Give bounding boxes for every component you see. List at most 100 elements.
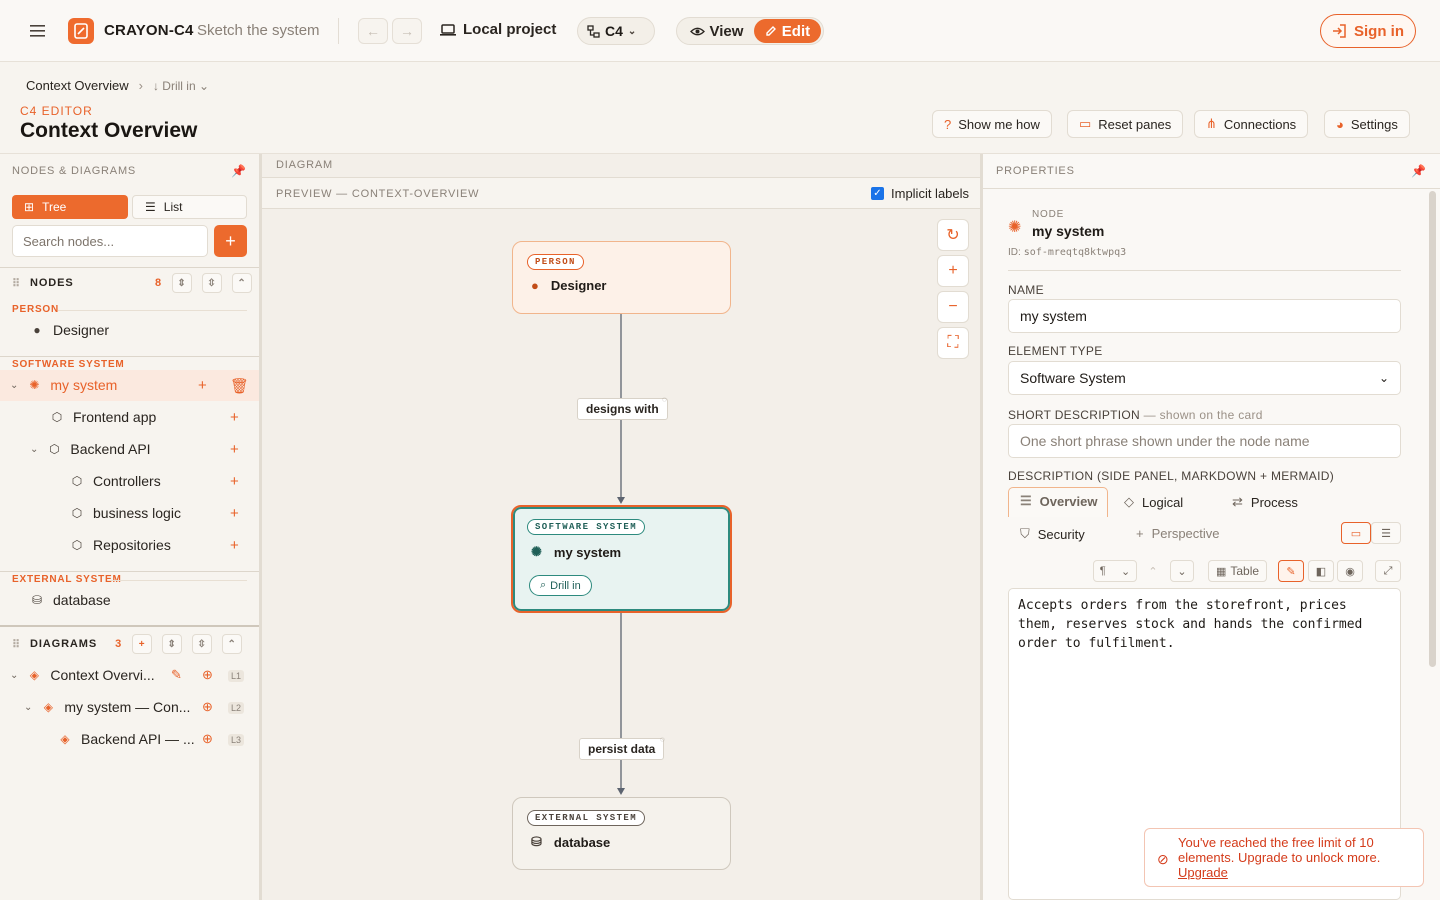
add-circle-icon[interactable]: ⊕ bbox=[202, 667, 213, 683]
node-my-system[interactable]: SOFTWARE SYSTEM ✺ my system ⌕ Drill in bbox=[511, 505, 732, 613]
add-child-button[interactable]: + bbox=[198, 377, 207, 394]
tab-tree[interactable]: ⊞ Tree bbox=[12, 195, 128, 219]
magic-wand-icon[interactable]: ✎ bbox=[171, 667, 182, 683]
tab-process[interactable]: ⇄ Process bbox=[1232, 494, 1298, 510]
chevron-down-icon[interactable]: ⌄ bbox=[10, 380, 18, 391]
name-field[interactable]: my system bbox=[1008, 299, 1401, 333]
expand-all-button[interactable]: ⇕ bbox=[172, 273, 192, 293]
tab-list[interactable]: ☰ List bbox=[132, 195, 247, 219]
project-selector[interactable]: Local project bbox=[440, 21, 556, 38]
insert-table-button[interactable]: ▦ Table bbox=[1208, 560, 1267, 582]
drag-handle-icon[interactable]: ⠿ bbox=[12, 638, 21, 651]
chevron-right-icon: › bbox=[138, 78, 143, 93]
add-diagram-button[interactable]: + bbox=[132, 634, 153, 654]
tab-logical[interactable]: ◇ Logical bbox=[1124, 494, 1183, 510]
node-database[interactable]: EXTERNAL SYSTEM ⛁ database bbox=[512, 797, 731, 870]
expand-all-button[interactable]: ⇕ bbox=[162, 634, 183, 654]
expand-editor-button[interactable]: ⤢ bbox=[1375, 560, 1401, 582]
split-view-icon: ◧ bbox=[1315, 565, 1327, 578]
tree-item-frontend-app[interactable]: ⬡ Frontend app bbox=[50, 409, 157, 425]
project-label: Local project bbox=[463, 21, 557, 38]
move-up-button[interactable]: ⌃ bbox=[1142, 560, 1164, 582]
tree-item-repositories[interactable]: ⬡ Repositories bbox=[70, 537, 171, 553]
chevron-down-icon[interactable]: ⌄ bbox=[30, 444, 38, 455]
chevron-down-icon[interactable]: ⌄ bbox=[24, 702, 32, 713]
sign-in-button[interactable]: Sign in bbox=[1320, 14, 1416, 48]
menu-icon[interactable] bbox=[28, 22, 48, 40]
node-type-tag: EXTERNAL SYSTEM bbox=[527, 810, 646, 826]
notation-selector[interactable]: C4 ⌄ bbox=[577, 17, 655, 45]
add-node-button[interactable]: + bbox=[214, 225, 247, 257]
drag-handle-icon[interactable]: ⠿ bbox=[12, 277, 21, 290]
table-icon: ▦ bbox=[1215, 565, 1227, 578]
preview-toggle[interactable]: ◉ bbox=[1337, 560, 1363, 582]
zoom-out-button[interactable]: − bbox=[937, 291, 969, 323]
drill-in-menu[interactable]: ↓ Drill in ⌄ bbox=[153, 79, 209, 93]
nodes-panel: NODES & DIAGRAMS 📌 bbox=[0, 154, 259, 900]
tree-item-backend-api[interactable]: ⌄ ⬡ Backend API bbox=[30, 441, 151, 457]
add-child-button[interactable]: + bbox=[230, 505, 239, 522]
zoom-in-button[interactable]: + bbox=[937, 255, 969, 287]
nodes-panel-title: NODES & DIAGRAMS bbox=[12, 165, 137, 177]
add-child-button[interactable]: + bbox=[230, 473, 239, 490]
add-circle-icon[interactable]: ⊕ bbox=[202, 699, 213, 715]
search-input[interactable] bbox=[12, 225, 208, 257]
move-down-button[interactable]: ⌄ bbox=[1170, 560, 1194, 582]
scrollbar[interactable] bbox=[1429, 191, 1436, 667]
reset-layout-button[interactable]: ↻ bbox=[937, 219, 969, 251]
divider bbox=[0, 267, 259, 268]
pin-icon[interactable]: 📌 bbox=[231, 164, 246, 178]
fit-view-button[interactable]: ⛶ bbox=[937, 327, 969, 359]
back-button[interactable]: ← bbox=[358, 18, 388, 44]
diagram-item-label: my system — Con... bbox=[64, 699, 191, 715]
settings-button[interactable]: ◕ Settings bbox=[1324, 110, 1410, 138]
implicit-labels-toggle[interactable]: ✓ Implicit labels bbox=[871, 186, 969, 201]
breadcrumb-item[interactable]: Context Overview bbox=[26, 78, 129, 93]
node-designer[interactable]: PERSON ● Designer bbox=[512, 241, 731, 314]
edge-label[interactable]: designs with bbox=[577, 398, 668, 420]
collapse-section-button[interactable]: ⌃ bbox=[222, 634, 243, 654]
edit-mode-toggle[interactable]: ✎ bbox=[1278, 560, 1304, 582]
short-description-hint: — shown on the card bbox=[1143, 408, 1263, 422]
edge-label[interactable]: persist data bbox=[579, 738, 665, 760]
pin-icon[interactable]: 📌 bbox=[1411, 164, 1426, 178]
diagram-item-l3[interactable]: ◈ Backend API — ... bbox=[58, 731, 194, 747]
checkbox-checked-icon[interactable]: ✓ bbox=[871, 187, 884, 200]
collapse-all-button[interactable]: ⇳ bbox=[202, 273, 222, 293]
paragraph-style-select[interactable]: ¶ ⌄ bbox=[1093, 560, 1137, 582]
add-child-button[interactable]: + bbox=[230, 441, 239, 458]
drill-in-button[interactable]: ⌕ Drill in bbox=[529, 575, 592, 596]
add-child-button[interactable]: + bbox=[230, 409, 239, 426]
view-mode-button[interactable]: View bbox=[679, 20, 754, 42]
stacked-view-button[interactable]: ☰ bbox=[1371, 522, 1401, 544]
element-type-select[interactable]: Software System ⌄ bbox=[1008, 361, 1401, 395]
folder-view-button[interactable]: ▭ bbox=[1341, 522, 1371, 544]
diagram-item-l1[interactable]: ⌄ ◈ Context Overvi... bbox=[10, 667, 155, 683]
chevron-down-icon[interactable]: ⌄ bbox=[10, 670, 18, 681]
tab-overview[interactable]: ☰ Overview bbox=[1020, 493, 1097, 509]
add-circle-icon[interactable]: ⊕ bbox=[202, 731, 213, 747]
split-view-toggle[interactable]: ◧ bbox=[1308, 560, 1334, 582]
edge-handle-icon[interactable]: ◌ bbox=[662, 395, 667, 404]
tab-add-perspective[interactable]: + Perspective bbox=[1136, 526, 1220, 541]
forward-button[interactable]: → bbox=[392, 18, 422, 44]
upgrade-link[interactable]: Upgrade bbox=[1178, 865, 1228, 880]
diagram-item-l2[interactable]: ⌄ ◈ my system — Con... bbox=[24, 699, 190, 715]
edit-mode-button[interactable]: Edit bbox=[753, 19, 821, 43]
reset-panes-button[interactable]: ▭ Reset panes bbox=[1067, 110, 1184, 138]
connections-button[interactable]: ⋔ Connections bbox=[1194, 110, 1309, 138]
short-description-field[interactable]: One short phrase shown under the node na… bbox=[1008, 424, 1401, 458]
node-id-label: ID: bbox=[1008, 247, 1021, 258]
tab-security[interactable]: ⛉ Security bbox=[1020, 526, 1085, 542]
tree-item-business-logic[interactable]: ⬡ business logic bbox=[70, 505, 181, 521]
add-child-button[interactable]: + bbox=[230, 537, 239, 554]
tree-item-database[interactable]: ⛁ database bbox=[30, 592, 111, 608]
tree-item-controllers[interactable]: ⬡ Controllers bbox=[70, 473, 161, 489]
collapse-all-button[interactable]: ⇳ bbox=[192, 634, 213, 654]
collapse-section-button[interactable]: ⌃ bbox=[232, 273, 252, 293]
edge-handle-icon[interactable]: ◌ bbox=[660, 735, 665, 744]
tree-item-designer[interactable]: ● Designer bbox=[30, 322, 109, 338]
show-me-how-button[interactable]: ? Show me how bbox=[932, 110, 1052, 138]
shield-icon: ⛉ bbox=[1020, 526, 1030, 541]
trash-icon[interactable]: 🗑 bbox=[230, 377, 249, 395]
